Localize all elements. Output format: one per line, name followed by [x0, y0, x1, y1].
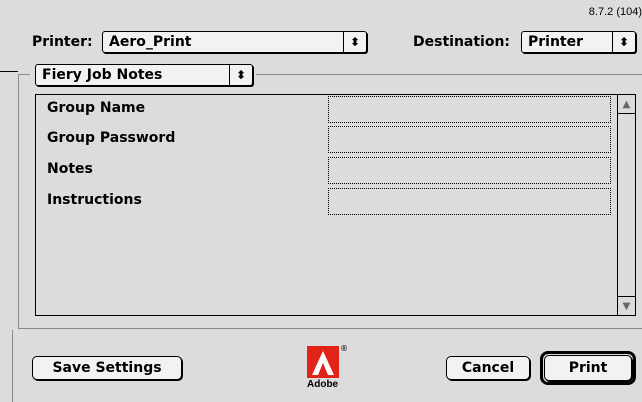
save-settings-button[interactable]: Save Settings [32, 356, 182, 380]
vertical-scrollbar[interactable]: ▲ ▼ [617, 95, 635, 315]
instructions-field[interactable] [328, 188, 611, 215]
group-name-label: Group Name [47, 100, 146, 116]
up-down-arrow-icon: ⬍ [343, 32, 366, 52]
group-password-field[interactable] [328, 126, 611, 153]
destination-label: Destination: [413, 34, 511, 50]
window-left-edge [12, 330, 13, 402]
notes-label: Notes [47, 161, 93, 177]
adobe-logo-text: Adobe [307, 379, 339, 390]
adobe-logo-icon: ® Adobe [307, 344, 348, 392]
group-box-top-right [256, 74, 642, 75]
registered-mark: ® [340, 344, 348, 353]
up-down-arrow-icon: ⬍ [612, 32, 635, 52]
field-row-instructions: Instructions [36, 187, 626, 217]
field-row-notes: Notes [36, 156, 626, 186]
printer-label: Printer: [32, 34, 93, 50]
scroll-up-arrow-icon[interactable]: ▲ [618, 95, 635, 114]
job-notes-panel: Group Name Group Password Notes Instruct… [35, 94, 636, 316]
destination-popup[interactable]: Printer ⬍ [521, 31, 636, 53]
up-down-arrow-icon: ⬍ [229, 65, 252, 85]
print-button[interactable]: Print [544, 355, 632, 381]
panel-select-value: Fiery Job Notes [42, 67, 163, 83]
group-indicator-line [0, 71, 18, 72]
group-box-left [18, 74, 19, 328]
field-row-group-password: Group Password [36, 125, 626, 155]
group-password-label: Group Password [47, 130, 176, 146]
group-box-bottom [18, 328, 642, 329]
cancel-button[interactable]: Cancel [446, 356, 530, 380]
scroll-down-arrow-icon[interactable]: ▼ [618, 296, 635, 315]
group-box-top-left [18, 74, 30, 75]
printer-popup[interactable]: Aero_Print ⬍ [102, 31, 367, 53]
group-name-field[interactable] [328, 96, 611, 123]
printer-value: Aero_Print [109, 34, 192, 50]
panel-select-popup[interactable]: Fiery Job Notes ⬍ [35, 64, 253, 86]
destination-value: Printer [528, 34, 584, 50]
instructions-label: Instructions [47, 192, 142, 208]
version-label: 8.7.2 (104) [588, 6, 642, 18]
notes-field[interactable] [328, 157, 611, 184]
field-row-group-name: Group Name [36, 95, 626, 125]
